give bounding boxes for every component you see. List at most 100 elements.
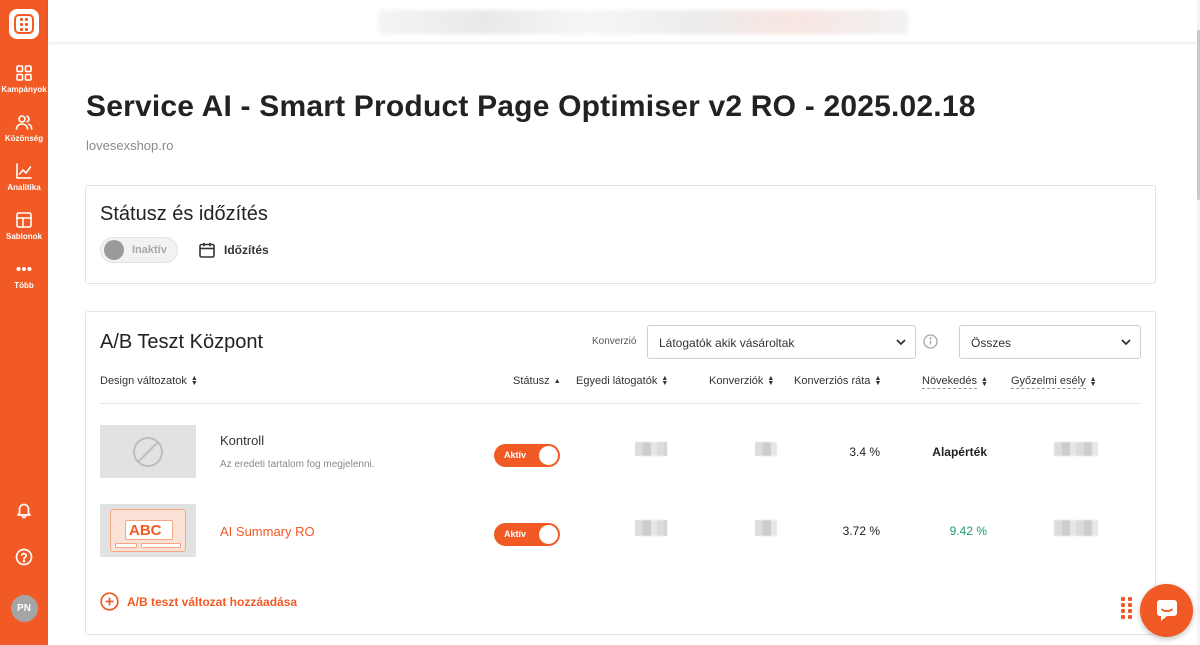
variant-status-toggle[interactable]: Aktív — [494, 444, 560, 467]
column-header-label: Konverziók — [709, 375, 764, 387]
page-title: Service AI - Smart Product Page Optimise… — [86, 90, 976, 123]
redacted-win-chance — [1054, 520, 1098, 536]
sort-icon: ▲ ▼ — [190, 375, 198, 387]
info-icon[interactable] — [923, 334, 938, 349]
plus-circle-icon — [100, 592, 119, 611]
avatar: PN — [10, 595, 38, 622]
sidebar-item-more[interactable]: Több — [0, 260, 48, 290]
logo-mark — [14, 14, 34, 34]
help-button[interactable] — [0, 548, 48, 566]
sidebar-item-templates[interactable]: Sablonok — [0, 211, 48, 241]
chart-line-icon — [16, 163, 32, 179]
bell-icon — [17, 503, 31, 519]
sidebar: Kampányok Közönség Analitika Sablonok Tö… — [0, 0, 48, 645]
app-logo[interactable] — [9, 9, 39, 39]
column-header-status[interactable]: Státusz ▲ — [513, 375, 561, 387]
add-variant-label: A/B teszt változat hozzáadása — [127, 594, 298, 609]
drag-handle-icon[interactable] — [1121, 597, 1135, 627]
column-header-uplift[interactable]: Növekedés ▲ ▼ — [922, 375, 988, 389]
sort-icon: ▲ ▼ — [767, 375, 775, 387]
sort-asc-icon: ▲ — [553, 377, 561, 385]
uplift-value: 9.42 % — [949, 524, 987, 538]
thumbnail-text: ABC — [125, 520, 173, 540]
sort-icon: ▲ ▼ — [661, 375, 669, 387]
variant-thumbnail[interactable]: ABC — [100, 504, 196, 557]
chevron-down-icon — [895, 336, 907, 348]
notifications-button[interactable] — [0, 501, 48, 519]
campaign-status-toggle[interactable]: Inaktív — [100, 237, 178, 263]
conversion-rate: 3.4 % — [849, 445, 880, 459]
ab-card-title: A/B Teszt Központ — [100, 331, 264, 353]
column-header-label: Egyedi látogatók — [576, 375, 658, 387]
variant-description: Az eredeti tartalom fog megjelenni. — [220, 459, 375, 470]
column-header-conversions[interactable]: Konverziók ▲ ▼ — [709, 375, 774, 387]
redacted-visitors — [635, 442, 667, 456]
sidebar-item-audience[interactable]: Közönség — [0, 113, 48, 143]
divider — [100, 403, 1141, 404]
add-variant-button[interactable]: A/B teszt változat hozzáadása — [100, 592, 297, 611]
column-header-label: Státusz — [513, 375, 550, 387]
filter-select-value: Összes — [971, 336, 1012, 350]
sidebar-item-label: Közönség — [4, 134, 44, 143]
toggle-knob — [539, 446, 558, 465]
toggle-label: Aktív — [504, 529, 527, 539]
template-icon — [16, 212, 32, 228]
sort-icon: ▲ ▼ — [981, 376, 988, 388]
conversion-rate: 3.72 % — [842, 524, 880, 538]
sidebar-item-label: Több — [14, 281, 34, 290]
redacted-visitors — [635, 520, 667, 536]
sidebar-item-label: Sablonok — [5, 232, 42, 241]
conversion-select[interactable]: Látogatók akik vásároltak — [647, 325, 916, 359]
help-icon — [15, 548, 33, 566]
sort-icon: ▲ ▼ — [1089, 376, 1097, 388]
sort-icon: ▲ ▼ — [874, 375, 882, 387]
conversion-select-value: Látogatók akik vásároltak — [659, 336, 795, 350]
toggle-knob — [104, 240, 124, 260]
page-domain: lovesexshop.ro — [86, 138, 174, 153]
filter-select[interactable]: Összes — [959, 325, 1141, 359]
status-card-title: Státusz és időzítés — [100, 203, 268, 225]
sidebar-item-label: Analitika — [7, 183, 41, 192]
column-header-rate[interactable]: Konverziós ráta ▲ ▼ — [794, 375, 881, 387]
status-card: Státusz és időzítés Inaktív Időzítés — [85, 185, 1156, 284]
variant-name-link[interactable]: AI Summary RO — [220, 524, 315, 539]
chat-button[interactable] — [1140, 584, 1193, 637]
column-header-design[interactable]: Design változatok ▲ ▼ — [100, 375, 198, 387]
thumbnail-line — [141, 543, 181, 548]
sidebar-item-label: Kampányok — [1, 85, 47, 94]
uplift-value: Alapérték — [932, 445, 987, 459]
column-header-label: Design változatok — [100, 375, 187, 387]
top-bar — [48, 0, 1198, 42]
user-menu[interactable]: PN — [0, 595, 48, 622]
variant-name: Kontroll — [220, 433, 265, 448]
variant-thumbnail[interactable] — [100, 425, 196, 478]
schedule-label: Időzítés — [224, 243, 269, 257]
redacted-conversions — [755, 442, 777, 456]
redacted-win-chance — [1054, 442, 1098, 456]
variant-status-toggle[interactable]: Aktív — [494, 523, 560, 546]
toggle-knob — [539, 525, 558, 544]
redacted-conversions — [755, 520, 777, 536]
no-content-icon — [133, 437, 163, 467]
toggle-label: Inaktív — [132, 244, 167, 256]
grid-icon — [16, 65, 32, 81]
thumbnail-line — [115, 543, 137, 548]
chevron-down-icon — [1120, 336, 1132, 348]
sidebar-item-analytics[interactable]: Analitika — [0, 162, 48, 192]
more-icon — [16, 267, 32, 272]
schedule-button[interactable]: Időzítés — [198, 241, 269, 259]
column-header-label: Konverziós ráta — [794, 375, 871, 387]
thumbnail-frame: ABC — [110, 509, 186, 552]
conversion-label: Konverzió — [592, 336, 637, 347]
toggle-label: Aktív — [504, 450, 527, 460]
blurred-header-content — [378, 10, 908, 34]
column-header-label: Növekedés — [922, 375, 978, 389]
ab-test-card: A/B Teszt Központ Konverzió Látogatók ak… — [85, 311, 1156, 635]
chat-icon — [1156, 599, 1177, 621]
column-header-visitors[interactable]: Egyedi látogatók ▲ ▼ — [576, 375, 668, 387]
calendar-icon — [199, 242, 215, 258]
users-icon — [15, 115, 33, 130]
column-header-chance[interactable]: Győzelmi esély ▲ ▼ — [1011, 375, 1097, 389]
column-header-label: Győzelmi esély — [1011, 375, 1086, 389]
sidebar-item-campaigns[interactable]: Kampányok — [0, 64, 48, 94]
